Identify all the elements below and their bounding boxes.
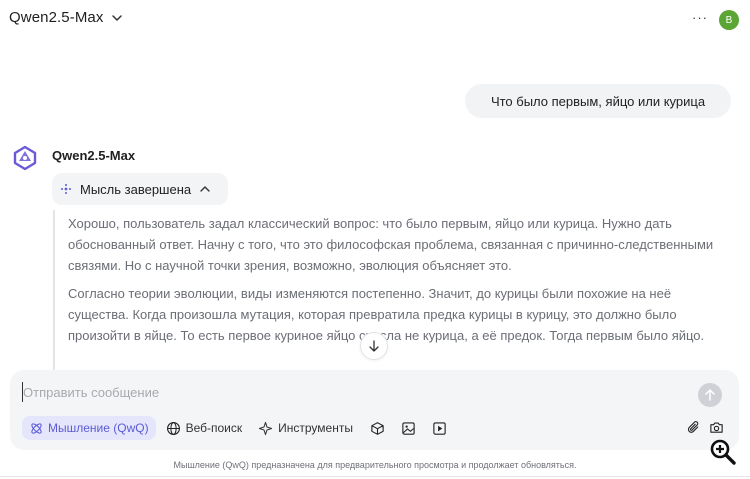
reasoning-paragraph: Хорошо, пользователь задал классический … — [68, 216, 714, 273]
reasoning-paragraph: Согласно теории эволюции, виды изменяютс… — [68, 286, 705, 343]
avatar[interactable]: B — [719, 10, 739, 30]
tools-button[interactable]: Инструменты — [258, 421, 353, 436]
composer-toolbar: Мышление (QwQ) Веб-поиск Инструменты — [22, 416, 447, 440]
globe-icon — [166, 421, 180, 435]
image-icon — [402, 421, 415, 435]
paperclip-icon[interactable] — [686, 420, 701, 435]
model-selector[interactable]: Qwen2.5-Max — [9, 9, 123, 26]
thought-status-label: Мысль завершена — [80, 181, 192, 197]
thinking-mode-label: Мышление (QwQ) — [48, 421, 149, 435]
camera-icon[interactable] — [709, 420, 724, 435]
cube-icon — [371, 421, 384, 435]
arrow-up-icon — [705, 389, 715, 401]
message-composer: Мышление (QwQ) Веб-поиск Инструменты — [10, 370, 739, 450]
divider — [0, 476, 750, 477]
scroll-to-bottom-button[interactable] — [360, 332, 388, 360]
send-button[interactable] — [698, 383, 722, 407]
tools-label: Инструменты — [278, 421, 353, 435]
web-search-label: Веб-поиск — [185, 421, 243, 435]
video-generation-button[interactable] — [432, 421, 447, 436]
attachment-tools — [686, 420, 724, 435]
thinking-mode-button[interactable]: Мышление (QwQ) — [22, 416, 156, 440]
arrow-down-icon — [369, 340, 379, 352]
top-bar: Qwen2.5-Max ··· B — [0, 0, 750, 40]
chevron-up-icon — [200, 186, 210, 192]
video-icon — [433, 421, 446, 435]
bot-name: Qwen2.5-Max — [52, 148, 136, 163]
reasoning-block: Хорошо, пользователь задал классический … — [53, 210, 728, 370]
sparkle-icon — [61, 184, 71, 194]
image-generation-button[interactable] — [401, 421, 416, 436]
3d-object-button[interactable] — [370, 421, 385, 436]
atom-icon — [31, 422, 42, 434]
user-message: Что было первым, яйцо или курица — [465, 84, 731, 118]
more-options-button[interactable]: ··· — [692, 10, 708, 25]
chevron-down-icon — [112, 14, 123, 21]
sparkle-tool-icon — [259, 421, 273, 435]
qwen-logo-icon — [13, 145, 37, 171]
message-input[interactable] — [22, 382, 662, 402]
web-search-button[interactable]: Веб-поиск — [166, 421, 243, 436]
model-name: Qwen2.5-Max — [9, 9, 104, 26]
footer-disclaimer: Мышление (QwQ) предназначена для предвар… — [173, 460, 577, 470]
thought-toggle[interactable]: Мысль завершена — [52, 173, 228, 205]
